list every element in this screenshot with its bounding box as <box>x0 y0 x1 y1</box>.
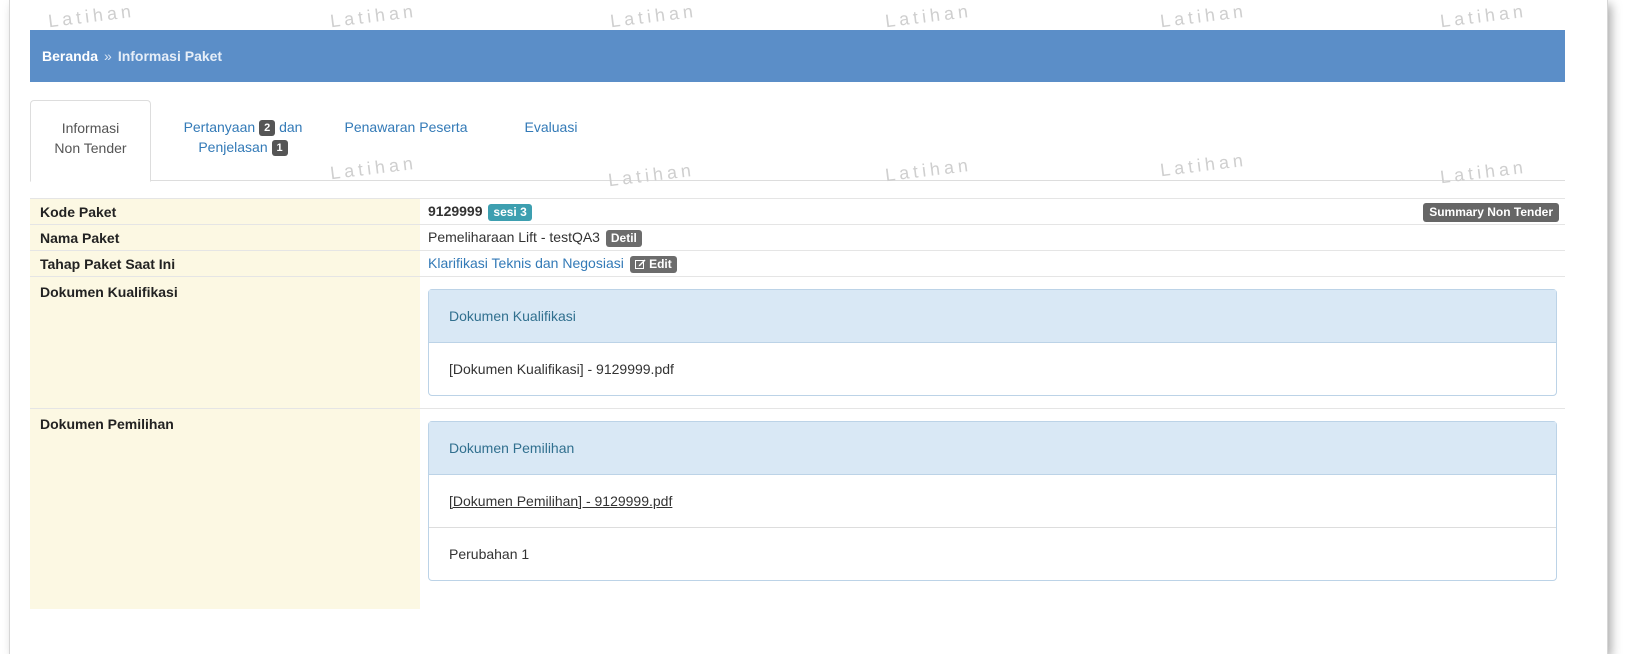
panel-title: Dokumen Pemilihan <box>429 422 1556 475</box>
tab-evaluasi[interactable]: Evaluasi <box>516 100 586 181</box>
breadcrumb-separator: » <box>104 48 112 64</box>
detail-button[interactable]: Detil <box>605 230 642 247</box>
table-row: Dokumen Kualifikasi Dokumen Kualifikasi … <box>30 276 1565 409</box>
table-row: Kode Paket 9129999 sesi 3 Summary Non Te… <box>30 198 1565 225</box>
tab-informasi-non-tender[interactable]: Informasi Non Tender <box>30 100 151 182</box>
edit-button-label: Edit <box>649 257 672 271</box>
selection-file-link[interactable]: [Dokumen Pemilihan] - 9129999.pdf <box>449 493 672 509</box>
edit-icon <box>634 257 649 271</box>
tab-label: dan <box>279 119 303 135</box>
session-badge: sesi 3 <box>488 204 532 221</box>
tab-bar: Informasi Non Tender Pertanyaan 2 dan Pe… <box>30 100 1565 182</box>
breadcrumb: Beranda » Informasi Paket <box>30 30 1565 82</box>
row-value: Klarifikasi Teknis dan Negosiasi Edit <box>420 250 1565 277</box>
package-code: 9129999 <box>428 203 483 219</box>
breadcrumb-current: Informasi Paket <box>117 48 223 64</box>
tab-label: Pertanyaan <box>183 119 256 135</box>
selection-file-item[interactable]: [Dokumen Pemilihan] - 9129999.pdf <box>429 475 1556 527</box>
row-value: Dokumen Pemilihan [Dokumen Pemilihan] - … <box>420 408 1565 609</box>
summary-non-tender-button[interactable]: Summary Non Tender <box>1423 203 1559 222</box>
tab-label-line1: Informasi <box>61 120 120 136</box>
table-row: Dokumen Pemilihan Dokumen Pemilihan [Dok… <box>30 408 1565 609</box>
package-name: Pemeliharaan Lift - testQA3 <box>428 229 600 245</box>
tab-penawaran-peserta[interactable]: Penawaran Peserta <box>336 100 476 181</box>
question-count-badge: 2 <box>259 120 276 136</box>
package-info-table: Kode Paket 9129999 sesi 3 Summary Non Te… <box>30 198 1565 609</box>
breadcrumb-home-link[interactable]: Beranda <box>42 48 98 64</box>
explanation-count-badge: 1 <box>271 140 288 156</box>
row-label: Kode Paket <box>30 198 420 225</box>
qualification-file-item[interactable]: [Dokumen Kualifikasi] - 9129999.pdf <box>429 343 1556 395</box>
table-row: Tahap Paket Saat Ini Klarifikasi Teknis … <box>30 250 1565 277</box>
row-label: Tahap Paket Saat Ini <box>30 250 420 277</box>
row-label: Dokumen Pemilihan <box>30 408 420 609</box>
tab-label: Evaluasi <box>524 119 578 135</box>
revision-item[interactable]: Perubahan 1 <box>429 527 1556 580</box>
selection-docs-panel: Dokumen Pemilihan [Dokumen Pemilihan] - … <box>428 421 1557 581</box>
tab-label-line2: Non Tender <box>54 140 127 156</box>
row-label: Nama Paket <box>30 224 420 251</box>
tab-pertanyaan-penjelasan[interactable]: Pertanyaan 2 dan Penjelasan 1 <box>158 100 328 181</box>
qualification-docs-panel: Dokumen Kualifikasi [Dokumen Kualifikasi… <box>428 289 1557 396</box>
row-value: Dokumen Kualifikasi [Dokumen Kualifikasi… <box>420 276 1565 409</box>
edit-stage-button[interactable]: Edit <box>629 256 677 273</box>
row-label: Dokumen Kualifikasi <box>30 276 420 409</box>
current-stage-link[interactable]: Klarifikasi Teknis dan Negosiasi <box>428 255 624 271</box>
row-value: 9129999 sesi 3 Summary Non Tender <box>420 198 1565 225</box>
panel-title: Dokumen Kualifikasi <box>429 290 1556 343</box>
table-row: Nama Paket Pemeliharaan Lift - testQA3 D… <box>30 224 1565 251</box>
tab-label: Penjelasan <box>198 139 268 155</box>
tab-label: Penawaran Peserta <box>344 119 468 135</box>
row-value: Pemeliharaan Lift - testQA3 Detil <box>420 224 1565 251</box>
